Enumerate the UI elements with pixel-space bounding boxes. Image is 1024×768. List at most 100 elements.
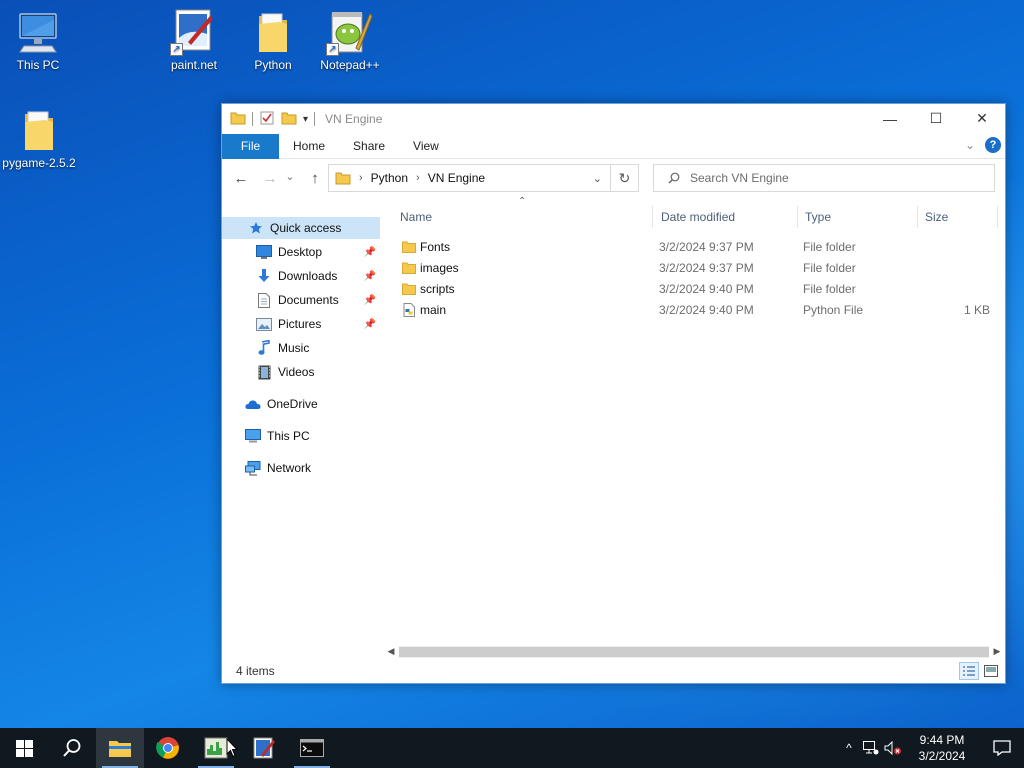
notification-icon [993, 740, 1011, 756]
minimize-button[interactable]: — [867, 104, 913, 133]
column-header-date-modified[interactable]: Date modified [661, 206, 735, 228]
maximize-button[interactable]: ☐ [913, 104, 959, 133]
onedrive-icon [245, 396, 261, 412]
scrollbar-track[interactable] [399, 645, 989, 658]
taskbar-chrome[interactable] [144, 728, 192, 768]
back-button[interactable]: ← [229, 166, 253, 190]
column-divider[interactable] [652, 206, 653, 228]
nav-item-desktop[interactable]: Desktop 📌 [222, 241, 380, 263]
clock-time: 9:44 PM [919, 733, 965, 747]
nav-item-label: Videos [278, 365, 315, 379]
column-header-name[interactable]: Name [400, 206, 432, 228]
forward-button[interactable]: → [258, 166, 282, 190]
breadcrumb-chevron-icon[interactable]: › [416, 172, 420, 184]
taskbar-paint-net[interactable] [240, 728, 288, 768]
mouse-cursor-icon [226, 738, 238, 758]
desktop-icon-paint-net[interactable]: ↗ paint.net [156, 8, 232, 72]
close-button[interactable]: ✕ [959, 104, 1005, 133]
recent-locations-button[interactable]: ⌄ [282, 164, 298, 188]
nav-item-videos[interactable]: Videos [222, 361, 380, 383]
file-row-images[interactable]: images 3/2/2024 9:37 PM File folder [394, 257, 994, 278]
up-button[interactable]: ↑ [303, 166, 327, 190]
start-button[interactable] [0, 728, 48, 768]
nav-item-downloads[interactable]: Downloads 📌 [222, 265, 380, 287]
nav-item-onedrive[interactable]: OneDrive [222, 393, 380, 415]
navigation-pane: Quick access Desktop 📌 Downloads 📌 Docum… [222, 212, 380, 652]
item-count: 4 items [236, 664, 275, 678]
taskbar-terminal[interactable] [288, 728, 336, 768]
desktop-icon-python[interactable]: Python [235, 8, 311, 72]
search-input[interactable] [690, 171, 970, 185]
pin-icon[interactable]: 📌 [364, 271, 376, 282]
scroll-left-icon[interactable]: ◀ [383, 646, 399, 657]
nav-item-quick-access[interactable]: Quick access [222, 217, 380, 239]
taskbar-file-explorer[interactable] [96, 728, 144, 768]
pin-icon[interactable]: 📌 [364, 319, 376, 330]
column-divider[interactable] [997, 206, 998, 228]
nav-item-pictures[interactable]: Pictures 📌 [222, 313, 380, 335]
column-header-size[interactable]: Size [925, 206, 948, 228]
help-icon[interactable]: ? [985, 137, 1001, 153]
customize-toolbar-icon[interactable]: ▾ [303, 114, 308, 125]
notification-center-button[interactable] [980, 728, 1024, 768]
nav-item-network[interactable]: Network [222, 457, 380, 479]
breadcrumb-python[interactable]: Python [371, 171, 408, 185]
details-view-button[interactable] [959, 662, 979, 680]
nav-item-music[interactable]: Music [222, 337, 380, 359]
quick-access-toolbar: ▾ [222, 110, 316, 129]
desktop-icon-notepad-plus-plus[interactable]: ↗ Notepad++ [312, 8, 388, 72]
title-bar[interactable]: ▾ VN Engine — ☐ ✕ [222, 104, 1005, 134]
horizontal-scrollbar[interactable]: ◀ ▶ [383, 643, 1005, 660]
address-dropdown-icon[interactable]: ⌄ [593, 172, 602, 185]
scrollbar-thumb[interactable] [399, 646, 989, 657]
file-row-fonts[interactable]: Fonts 3/2/2024 9:37 PM File folder [394, 236, 994, 257]
volume-tray-icon[interactable] [882, 728, 904, 768]
desktop-icon-pygame[interactable]: pygame-2.5.2 [1, 106, 77, 170]
nav-item-label: Quick access [270, 221, 342, 235]
pin-icon[interactable]: 📌 [364, 295, 376, 306]
ribbon-right-controls: ⌄ ? [965, 137, 1001, 153]
properties-icon[interactable] [259, 110, 275, 129]
nav-item-label: Music [278, 341, 310, 355]
search-button[interactable] [48, 728, 96, 768]
show-hidden-icons-chevron-icon[interactable]: ^ [838, 728, 860, 768]
nav-item-this-pc[interactable]: This PC [222, 425, 380, 447]
sort-arrow-icon: ⌃ [518, 196, 527, 207]
tab-home[interactable]: Home [279, 134, 339, 159]
breadcrumb-chevron-icon[interactable]: › [359, 172, 363, 184]
chevron-down-icon[interactable]: ⌄ [965, 138, 975, 152]
file-explorer-window: ▾ VN Engine — ☐ ✕ File Home Share View ⌄… [221, 103, 1006, 684]
search-icon [63, 739, 81, 757]
column-header-type[interactable]: Type [805, 206, 831, 228]
folder-icon [402, 261, 416, 275]
tab-view[interactable]: View [399, 134, 453, 159]
desktop-icon-label: Python [254, 58, 292, 72]
refresh-button[interactable]: ↻ [610, 164, 639, 192]
file-row-scripts[interactable]: scripts 3/2/2024 9:40 PM File folder [394, 278, 994, 299]
clock[interactable]: 9:44 PM 3/2/2024 [904, 732, 980, 764]
tab-share[interactable]: Share [339, 134, 399, 159]
tab-file[interactable]: File [222, 133, 279, 159]
chrome-icon [156, 737, 179, 759]
nav-item-documents[interactable]: Documents 📌 [222, 289, 380, 311]
column-divider[interactable] [917, 206, 918, 228]
pin-icon[interactable]: 📌 [364, 247, 376, 258]
breadcrumb-vn-engine[interactable]: VN Engine [428, 171, 485, 185]
nav-item-label: Network [267, 461, 312, 475]
file-date: 3/2/2024 9:37 PM [659, 240, 754, 254]
address-bar[interactable]: › Python › VN Engine ⌄ [328, 164, 639, 192]
network-tray-icon[interactable] [860, 728, 882, 768]
file-size: 1 KB [964, 303, 991, 317]
network-icon [863, 741, 879, 755]
nav-item-label: OneDrive [267, 397, 318, 411]
file-row-main[interactable]: main 3/2/2024 9:40 PM Python File 1 KB [394, 299, 994, 320]
scroll-right-icon[interactable]: ▶ [989, 646, 1005, 657]
column-divider[interactable] [797, 206, 798, 228]
nav-item-label: Downloads [278, 269, 338, 283]
new-folder-icon[interactable] [281, 110, 297, 129]
downloads-icon [256, 268, 272, 284]
large-icons-view-button[interactable] [981, 662, 1001, 680]
search-box[interactable] [653, 164, 995, 192]
desktop-icon-this-pc[interactable]: This PC [0, 8, 76, 72]
clock-date: 3/2/2024 [918, 749, 966, 763]
